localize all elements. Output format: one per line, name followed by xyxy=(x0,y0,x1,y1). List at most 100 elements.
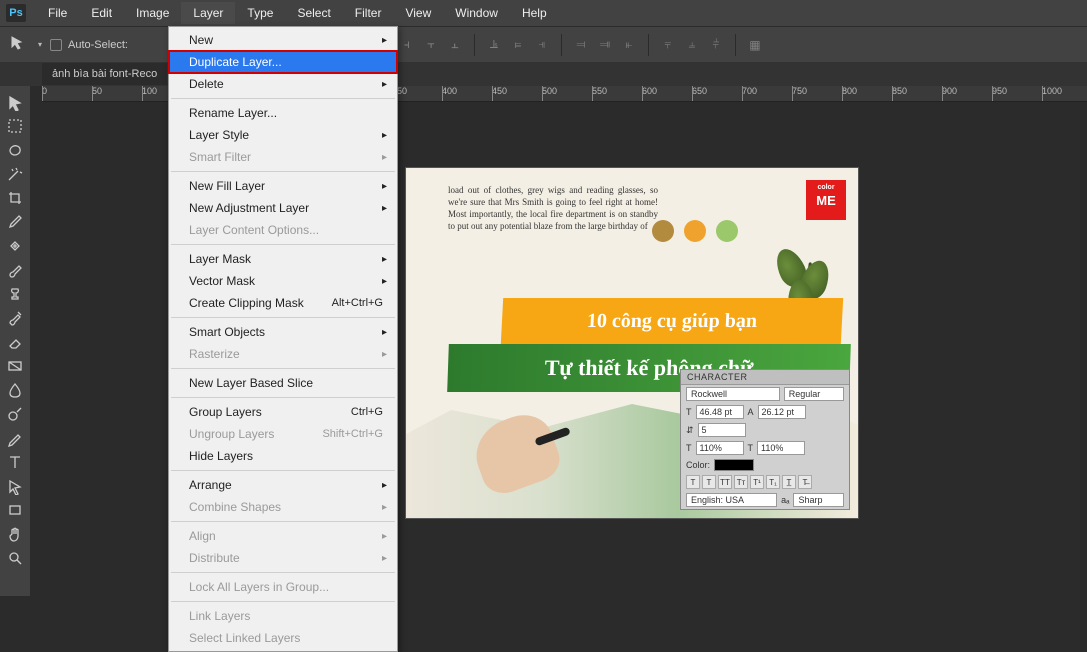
menu-item-new[interactable]: New xyxy=(169,29,397,51)
menu-item-vector-mask[interactable]: Vector Mask xyxy=(169,270,397,292)
menu-item-hide-layers[interactable]: Hide Layers xyxy=(169,445,397,467)
document-tab-label: ảnh bìa bài font-Reco xyxy=(52,68,157,80)
menu-item-duplicate-layer[interactable]: Duplicate Layer... xyxy=(169,51,397,73)
crop-tool[interactable] xyxy=(3,186,27,210)
subscript-button[interactable]: T₁ xyxy=(766,475,780,489)
distribute-sp3-icon[interactable]: ⫩ xyxy=(705,34,727,56)
menu-item-layer-mask[interactable]: Layer Mask xyxy=(169,248,397,270)
hscale-field[interactable]: 110% xyxy=(757,441,805,455)
strike-button[interactable]: T̶ xyxy=(798,475,812,489)
zoom-tool[interactable] xyxy=(3,546,27,570)
bold-button[interactable]: T xyxy=(686,475,700,489)
move-tool-icon xyxy=(10,35,26,54)
history-tool[interactable] xyxy=(3,306,27,330)
menu-window[interactable]: Window xyxy=(443,2,510,24)
font-style-select[interactable]: Regular xyxy=(784,387,844,401)
font-size-field[interactable]: 46.48 pt xyxy=(696,405,744,419)
menu-separator xyxy=(171,98,395,99)
eraser-tool[interactable] xyxy=(3,330,27,354)
kerning-field[interactable]: 5 xyxy=(698,423,746,437)
menu-separator xyxy=(171,601,395,602)
heal-tool[interactable] xyxy=(3,234,27,258)
font-family-select[interactable]: Rockwell xyxy=(686,387,780,401)
character-panel[interactable]: CHARACTER Rockwell Regular T 46.48 pt A … xyxy=(680,369,850,510)
align-buttons: ⫞ ⫟ ⫠ ⫡ ⫢ ⫣ ⫤ ⫥ ⫦ ⫧ ⫨ ⫩ ▦ xyxy=(396,34,766,56)
underline-button[interactable]: T̲ xyxy=(782,475,796,489)
dodge-tool[interactable] xyxy=(3,402,27,426)
menu-item-new-layer-based-slice[interactable]: New Layer Based Slice xyxy=(169,372,397,394)
superscript-button[interactable]: T¹ xyxy=(750,475,764,489)
align-right-icon[interactable]: ⫠ xyxy=(444,34,466,56)
font-size-icon: T xyxy=(686,407,692,417)
stamp-tool[interactable] xyxy=(3,282,27,306)
path-tool[interactable] xyxy=(3,474,27,498)
pen-tool[interactable] xyxy=(3,426,27,450)
eyedrop-tool[interactable] xyxy=(3,210,27,234)
align-bottom-icon[interactable]: ⫣ xyxy=(531,34,553,56)
menu-item-layer-style[interactable]: Layer Style xyxy=(169,124,397,146)
auto-select-option[interactable]: Auto-Select: xyxy=(50,39,128,51)
menu-item-layer-content-options: Layer Content Options... xyxy=(169,219,397,241)
menu-item-smart-objects[interactable]: Smart Objects xyxy=(169,321,397,343)
tool-preset-dropdown-icon[interactable]: ▾ xyxy=(34,40,42,49)
menu-filter[interactable]: Filter xyxy=(343,2,394,24)
gradient-tool[interactable] xyxy=(3,354,27,378)
auto-align-icon[interactable]: ▦ xyxy=(744,34,766,56)
document-tab[interactable]: ảnh bìa bài font-Reco xyxy=(42,63,167,85)
logo-small: color xyxy=(817,184,834,191)
rect-tool[interactable] xyxy=(3,498,27,522)
menu-file[interactable]: File xyxy=(36,2,79,24)
allcaps-button[interactable]: TT xyxy=(718,475,732,489)
menu-item-select-linked-layers: Select Linked Layers xyxy=(169,627,397,649)
align-center-h-icon[interactable]: ⫟ xyxy=(420,34,442,56)
distribute-v-icon[interactable]: ⫥ xyxy=(594,34,616,56)
menu-item-rename-layer[interactable]: Rename Layer... xyxy=(169,102,397,124)
ruler-tick: 950 xyxy=(992,86,1007,96)
align-left-icon[interactable]: ⫞ xyxy=(396,34,418,56)
antialias-select[interactable]: Sharp xyxy=(793,493,844,507)
menu-select[interactable]: Select xyxy=(285,2,342,24)
menu-item-delete[interactable]: Delete xyxy=(169,73,397,95)
menu-item-create-clipping-mask[interactable]: Create Clipping MaskAlt+Ctrl+G xyxy=(169,292,397,314)
ruler-tick: 850 xyxy=(892,86,907,96)
type-tool[interactable] xyxy=(3,450,27,474)
align-center-v-icon[interactable]: ⫢ xyxy=(507,34,529,56)
marquee-tool[interactable] xyxy=(3,114,27,138)
auto-select-checkbox[interactable] xyxy=(50,39,62,51)
color-swatch[interactable] xyxy=(714,459,754,471)
menubar: Ps FileEditImageLayerTypeSelectFilterVie… xyxy=(0,0,1087,26)
menu-help[interactable]: Help xyxy=(510,2,559,24)
align-top-icon[interactable]: ⫡ xyxy=(483,34,505,56)
character-panel-tab[interactable]: CHARACTER xyxy=(681,370,849,385)
distribute-h2-icon[interactable]: ⫦ xyxy=(618,34,640,56)
menu-view[interactable]: View xyxy=(393,2,443,24)
menu-item-new-adjustment-layer[interactable]: New Adjustment Layer xyxy=(169,197,397,219)
ruler-tick: 500 xyxy=(542,86,557,96)
menu-item-group-layers[interactable]: Group LayersCtrl+G xyxy=(169,401,397,423)
menu-item-arrange[interactable]: Arrange xyxy=(169,474,397,496)
menu-layer[interactable]: Layer xyxy=(181,2,235,24)
menu-edit[interactable]: Edit xyxy=(79,2,124,24)
wand-tool[interactable] xyxy=(3,162,27,186)
distribute-h-icon[interactable]: ⫤ xyxy=(570,34,592,56)
menu-item-new-fill-layer[interactable]: New Fill Layer xyxy=(169,175,397,197)
colorme-logo: color ME xyxy=(806,180,846,220)
layer-menu-dropdown: NewDuplicate Layer...Delete Rename Layer.… xyxy=(168,26,398,652)
hand-tool[interactable] xyxy=(3,522,27,546)
distribute-sp2-icon[interactable]: ⫨ xyxy=(681,34,703,56)
headline-ribbon-1: 10 công cụ giúp bạn xyxy=(501,298,843,344)
move-tool[interactable] xyxy=(3,90,27,114)
artwork: load out of clothes, grey wigs and readi… xyxy=(406,168,858,518)
smallcaps-button[interactable]: Tᴛ xyxy=(734,475,748,489)
italic-button[interactable]: T xyxy=(702,475,716,489)
menu-separator xyxy=(171,572,395,573)
brush-tool[interactable] xyxy=(3,258,27,282)
vscale-field[interactable]: 110% xyxy=(696,441,744,455)
distribute-sp1-icon[interactable]: ⫧ xyxy=(657,34,679,56)
leading-field[interactable]: 26.12 pt xyxy=(758,405,806,419)
menu-image[interactable]: Image xyxy=(124,2,181,24)
language-select[interactable]: English: USA xyxy=(686,493,777,507)
lasso-tool[interactable] xyxy=(3,138,27,162)
blur-tool[interactable] xyxy=(3,378,27,402)
menu-type[interactable]: Type xyxy=(235,2,285,24)
